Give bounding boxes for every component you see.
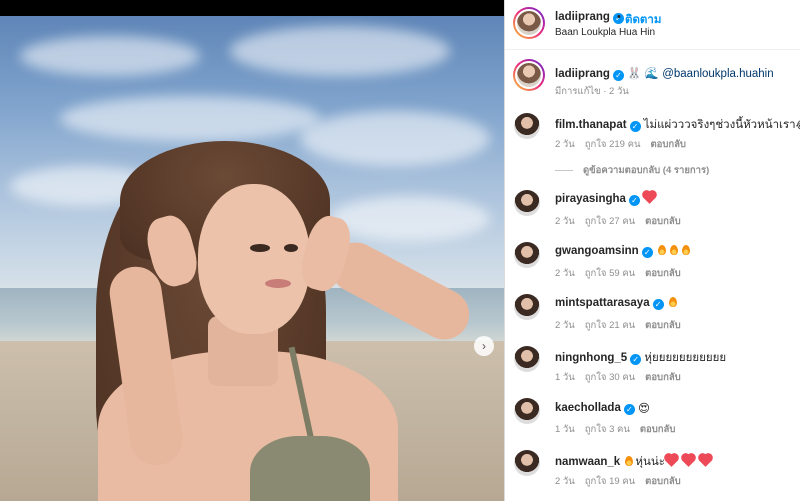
emoji: 😍 [638, 403, 651, 415]
heart-icon [665, 454, 678, 467]
commenter-avatar[interactable] [514, 398, 540, 424]
fire-icon [681, 245, 690, 255]
heart-icon [643, 191, 657, 204]
verified-icon: ✓ [628, 195, 640, 206]
commenter-avatar[interactable] [514, 346, 540, 372]
comment-meta: 1 วัน ถูกใจ 3 คน ตอบกลับ [555, 422, 685, 437]
comment-body: หุ่ยยยยยยยยยยย [644, 352, 727, 364]
reply-button[interactable]: ตอบกลับ [645, 216, 681, 227]
commenter-username[interactable]: ningnhong_5 [555, 352, 627, 364]
caption-avatar[interactable] [513, 59, 545, 91]
clothing-top [250, 436, 370, 501]
fire-icon [657, 245, 666, 255]
caption-meta: มีการแก้ไข · 2 วัน [555, 86, 629, 97]
comment-time[interactable]: 2 วัน [555, 320, 575, 331]
face [198, 184, 310, 334]
comment-body: ไม่แผ่วววจริงๆช่วงนี้หัวหน้าเรา [643, 119, 796, 131]
reply-button[interactable]: ตอบกลับ [645, 476, 681, 487]
comment-likes[interactable]: ถูกใจ 59 คน [585, 268, 635, 279]
comment-meta: 2 วัน ถูกใจ 219 คน ตอบกลับ [555, 137, 696, 152]
comment-body: หุ่นน่ะ [635, 456, 665, 468]
lips [265, 279, 291, 288]
reply-button[interactable]: ตอบกลับ [640, 424, 676, 435]
commenter-username[interactable]: namwaan_k [555, 456, 620, 468]
fire-icon [668, 297, 677, 307]
commenter-username[interactable]: kaechollada [555, 402, 621, 414]
comment-time[interactable]: 2 วัน [555, 139, 575, 150]
caption-emojis: 🐰 🌊 [627, 68, 659, 80]
comment-meta: 2 วัน ถูกใจ 19 คน ตอบกลับ [555, 474, 691, 489]
cloud [20, 36, 200, 76]
commenter-username[interactable]: film.thanapat [555, 119, 627, 131]
fire-icon [669, 245, 678, 255]
commenter-avatar[interactable] [514, 450, 540, 476]
post-photo[interactable]: › [0, 16, 504, 501]
post-side-panel: ladiiprang ✓ • ติดตาม Baan Loukpla Hua Hi… [504, 0, 800, 501]
comment-meta: 2 วัน ถูกใจ 21 คน ตอบกลับ [555, 318, 691, 333]
comment-time[interactable]: 2 วัน [555, 476, 575, 487]
comment-text: kaechollada ✓ 😍 [555, 401, 650, 415]
verified-icon: ✓ [652, 299, 664, 310]
comment-text: namwaan_k หุ่นน่ะ [555, 453, 713, 471]
cloud [330, 196, 490, 241]
comment-likes[interactable]: ถูกใจ 19 คน [585, 476, 635, 487]
fire-icon [625, 456, 634, 466]
comment-text: gwangoamsinn ✓ [555, 245, 692, 258]
author-avatar[interactable] [513, 7, 545, 39]
comment-time[interactable]: 2 วัน [555, 216, 575, 227]
reply-button[interactable]: ตอบกลับ [645, 268, 681, 279]
comment-likes[interactable]: ถูกใจ 219 คน [585, 139, 641, 150]
post-header: ladiiprang ✓ • ติดตาม Baan Loukpla Hua Hi… [505, 0, 800, 50]
comment-meta: 2 วัน ถูกใจ 59 คน ตอบกลับ [555, 266, 691, 281]
comment-time[interactable]: 2 วัน [555, 268, 575, 279]
comment-meta: 2 วัน ถูกใจ 27 คน ตอบกลับ [555, 214, 691, 229]
heart-icon [682, 454, 695, 467]
reply-button[interactable]: ตอบกลับ [645, 320, 681, 331]
comment-likes[interactable]: ถูกใจ 21 คน [585, 320, 635, 331]
top-black-bar [0, 0, 504, 16]
comment-time[interactable]: 1 วัน [555, 424, 575, 435]
caption-username[interactable]: ladiiprang [555, 68, 610, 80]
chevron-right-icon: › [482, 339, 486, 353]
author-username[interactable]: ladiiprang ✓ [555, 11, 624, 24]
reply-button[interactable]: ตอบกลับ [650, 139, 686, 150]
commenter-avatar[interactable] [514, 294, 540, 320]
comment-meta: 1 วัน ถูกใจ 30 คน ตอบกลับ [555, 370, 691, 385]
commenter-avatar[interactable] [514, 113, 540, 139]
verified-icon: ✓ [641, 247, 653, 258]
verified-icon: ✓ [612, 70, 624, 81]
comment-text: ningnhong_5 ✓ หุ่ยยยยยยยยยยย [555, 349, 726, 367]
next-photo-button[interactable]: › [474, 336, 494, 356]
cloud [300, 111, 490, 166]
caption: ladiiprang ✓ 🐰 🌊 @baanloukpla.huahin [555, 66, 774, 81]
eye [250, 244, 270, 252]
caption-mention[interactable]: @baanloukpla.huahin [662, 68, 773, 80]
cloud [230, 26, 450, 76]
comment-likes[interactable]: ถูกใจ 3 คน [585, 424, 630, 435]
comment-text: film.thanapat ✓ ไม่แผ่วววจริงๆช่วงนี้หัวห… [555, 116, 800, 134]
comment-likes[interactable]: ถูกใจ 30 คน [585, 372, 635, 383]
eye [284, 244, 298, 252]
emoji: 😂 [796, 118, 800, 132]
heart-icon [699, 454, 713, 467]
reply-button[interactable]: ตอบกลับ [645, 372, 681, 383]
separator: • [617, 11, 621, 23]
verified-icon: ✓ [630, 354, 642, 365]
cloud [60, 96, 320, 141]
comment-text: pirayasingha ✓ [555, 191, 657, 206]
comment-time[interactable]: 1 วัน [555, 372, 575, 383]
comment-text: mintspattarasaya ✓ [555, 297, 679, 310]
verified-icon: ✓ [629, 121, 641, 132]
commenter-username[interactable]: gwangoamsinn [555, 245, 639, 257]
commenter-avatar[interactable] [514, 242, 540, 268]
commenter-avatar[interactable] [514, 190, 540, 216]
view-replies-button[interactable]: ดูข้อความตอบกลับ (4 รายการ) [555, 163, 709, 178]
commenter-username[interactable]: mintspattarasaya [555, 297, 650, 309]
verified-icon: ✓ [623, 404, 635, 415]
commenter-username[interactable]: pirayasingha [555, 193, 626, 205]
comment-likes[interactable]: ถูกใจ 27 คน [585, 216, 635, 227]
location-link[interactable]: Baan Loukpla Hua Hin [555, 27, 655, 38]
